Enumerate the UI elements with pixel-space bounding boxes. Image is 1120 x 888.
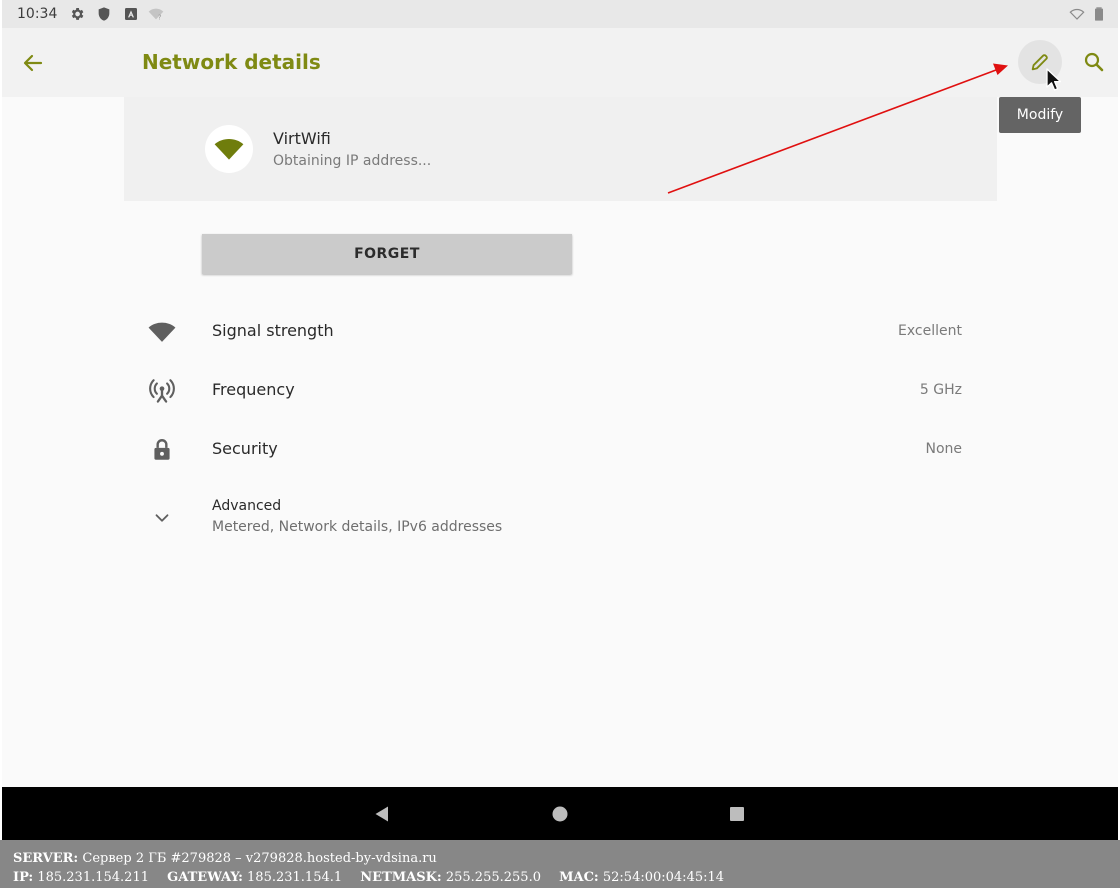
detail-icon [148, 436, 176, 464]
nav-recents-button[interactable] [723, 800, 751, 828]
detail-value: None [925, 441, 962, 457]
ip-label: IP: [13, 870, 34, 885]
nav-back-button[interactable] [368, 800, 396, 828]
navigation-bar [2, 787, 1118, 840]
android-screen: 10:34 ? Network details VirtWifi Obtaini… [2, 0, 1118, 840]
detail-icon [148, 318, 176, 346]
back-triangle-icon [375, 806, 388, 822]
detail-label: Signal strength [212, 321, 334, 340]
detail-value: Excellent [898, 323, 962, 339]
search-icon [1084, 52, 1104, 72]
recents-square-icon [730, 807, 744, 821]
gateway-value: 185.231.154.1 [247, 870, 343, 885]
mac-value: 52:54:00:04:45:14 [602, 870, 725, 885]
advanced-title: Advanced [212, 498, 282, 514]
advanced-row[interactable]: Advanced Metered, Network details, IPv6 … [138, 488, 978, 554]
server-value: Сервер 2 ГБ #279828 – v279828.hosted-by-… [82, 851, 437, 866]
gateway-label: GATEWAY: [167, 870, 243, 885]
app-a-icon [125, 8, 137, 20]
settings-gear-icon [71, 8, 84, 20]
detail-value: 5 GHz [919, 382, 962, 398]
status-bar: 10:34 ? [2, 0, 1118, 28]
mac-label: MAC: [559, 870, 599, 885]
server-line: SERVER: Сервер 2 ГБ #279828 – v279828.ho… [13, 849, 1120, 868]
network-header: VirtWifi Obtaining IP address... [124, 97, 997, 201]
advanced-summary: Metered, Network details, IPv6 addresses [212, 519, 503, 535]
detail-icon [148, 377, 176, 405]
modify-tooltip: Modify [999, 97, 1081, 133]
wifi-signal-icon [148, 322, 176, 342]
network-status: Obtaining IP address... [273, 153, 432, 169]
chevron-down-icon [155, 514, 169, 522]
clock: 10:34 [17, 6, 58, 22]
wifi-avatar [205, 125, 253, 173]
page-title: Network details [142, 50, 321, 74]
wifi-signal-icon [214, 139, 244, 160]
mouse-pointer-icon [1046, 68, 1062, 91]
server-label: SERVER: [13, 851, 79, 866]
detail-row-security[interactable]: Security None [138, 422, 978, 478]
back-arrow-icon [23, 54, 43, 72]
search-button[interactable] [1072, 40, 1116, 84]
netmask-label: NETMASK: [360, 870, 442, 885]
ip-value: 185.231.154.211 [37, 870, 149, 885]
back-button[interactable] [16, 46, 50, 80]
forget-button[interactable]: FORGET [202, 234, 572, 274]
wifi-question-icon: ? [148, 8, 164, 21]
wifi-outline-icon [1069, 8, 1085, 20]
app-bar: Network details [2, 28, 1118, 97]
svg-text:?: ? [158, 13, 162, 21]
home-circle-icon [552, 806, 568, 822]
detail-row-frequency[interactable]: Frequency 5 GHz [138, 363, 978, 419]
network-name: VirtWifi [273, 129, 331, 148]
netmask-value: 255.255.255.0 [445, 870, 541, 885]
detail-label: Frequency [212, 380, 295, 399]
lock-icon [154, 439, 170, 460]
shield-icon [98, 7, 110, 21]
detail-label: Security [212, 439, 278, 458]
nav-home-button[interactable] [546, 800, 574, 828]
detail-row-signal-strength[interactable]: Signal strength Excellent [138, 304, 978, 360]
battery-icon [1095, 7, 1103, 21]
network-line: IP: 185.231.154.211 GATEWAY: 185.231.154… [13, 868, 1120, 887]
server-info-footer: SERVER: Сервер 2 ГБ #279828 – v279828.ho… [0, 840, 1120, 888]
detail-icon [148, 504, 176, 532]
frequency-antenna-icon [149, 379, 175, 403]
